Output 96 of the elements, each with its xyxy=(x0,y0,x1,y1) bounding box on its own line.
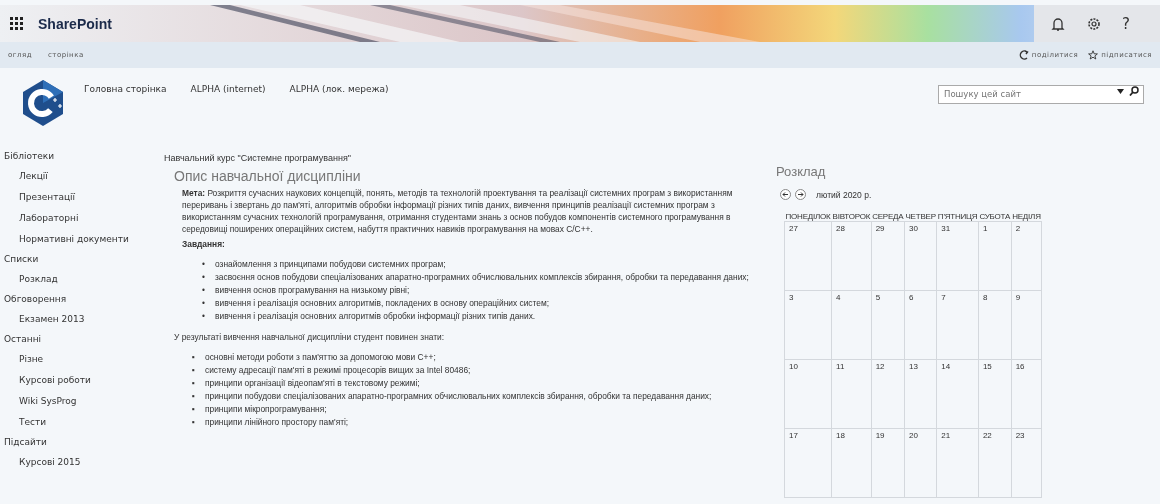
sidebar-item[interactable]: Тести xyxy=(19,416,47,427)
day-cell[interactable]: 30 xyxy=(904,221,937,291)
previous-icon[interactable] xyxy=(780,189,791,200)
day-cell[interactable]: 2 xyxy=(1011,221,1042,291)
logo-icon xyxy=(20,78,66,128)
search-field[interactable]: Пошуку цей сайт xyxy=(938,84,1144,104)
list-item: принципи організації відеопам'яті в текстовому режимі; xyxy=(205,377,420,391)
weekday-header: ЧЕТВЕР xyxy=(904,212,937,222)
bullet: • xyxy=(202,258,206,272)
day-cell[interactable]: 14 xyxy=(936,359,979,429)
list-item: вивчення основ програмування на низькому рівні; xyxy=(215,284,410,298)
day-cell[interactable]: 29 xyxy=(871,221,905,291)
list-item: систему адресації пам'яті в режимі процесорів вищих за Intel 80486; xyxy=(205,364,471,378)
sidebar-item[interactable]: Лабораторні xyxy=(19,212,79,223)
day-cell[interactable]: 31 xyxy=(936,221,979,291)
day-cell[interactable]: 1 xyxy=(978,221,1012,291)
day-cell[interactable]: 10 xyxy=(784,359,832,429)
nav-link[interactable]: Головна сторінка xyxy=(84,84,167,94)
outcomes-intro: У результаті вивчення навчальної дисципліни студент повинен знати: xyxy=(174,331,446,344)
bullet: ▪ xyxy=(192,364,196,378)
nav-link[interactable]: ALPHA (лок. мережа) xyxy=(289,84,389,94)
list-item: вивчення і реалізація основних алгоритмів, покладених в основу операційних систем; xyxy=(215,297,550,311)
bullet: • xyxy=(202,297,206,311)
day-cell[interactable]: 6 xyxy=(904,290,937,360)
day-cell[interactable]: 8 xyxy=(978,290,1012,360)
weekday-header: НЕДІЛЯ xyxy=(1011,212,1042,222)
list-item: принципи лінійного простору пам'яті; xyxy=(205,416,349,430)
sidebar-heading[interactable]: Обговорення xyxy=(4,293,67,304)
day-cell[interactable]: 13 xyxy=(904,359,937,429)
search-icon[interactable] xyxy=(1129,86,1139,96)
day-cell[interactable]: 17 xyxy=(784,428,832,498)
sidebar-item[interactable]: Wiki SysProg xyxy=(19,395,77,406)
app-name[interactable]: SharePoint xyxy=(38,15,112,32)
day-cell[interactable]: 12 xyxy=(871,359,905,429)
sidebar-item[interactable]: Презентації xyxy=(19,191,76,202)
weekday-header: СУБОТА xyxy=(978,212,1012,222)
day-cell[interactable]: 27 xyxy=(784,221,832,291)
day-cell[interactable]: 23 xyxy=(1011,428,1042,498)
list-item: основні методи роботи з пам'яттю за допомогою мови С++; xyxy=(205,351,436,365)
day-cell[interactable]: 22 xyxy=(978,428,1012,498)
day-cell[interactable]: 4 xyxy=(831,290,872,360)
help-icon[interactable]: ? xyxy=(1122,14,1130,33)
day-cell[interactable]: 3 xyxy=(784,290,832,360)
bullet: • xyxy=(202,284,206,298)
bullet: ▪ xyxy=(192,416,196,430)
bullet: ▪ xyxy=(192,351,196,365)
day-cell[interactable]: 11 xyxy=(831,359,872,429)
sidebar-heading[interactable]: Бібліотеки xyxy=(4,150,55,161)
breadcrumb: Навчальний курс "Системне програмування" xyxy=(164,152,353,165)
list-item: ознайомлення з принципами побудови системних програм; xyxy=(215,258,446,272)
sidebar-item[interactable]: Різне xyxy=(19,353,44,364)
bullet: ▪ xyxy=(192,403,196,417)
day-cell[interactable]: 15 xyxy=(978,359,1012,429)
calendar-title: Розклад xyxy=(776,164,827,179)
nav-link[interactable]: ALPHA (internet) xyxy=(190,84,266,94)
sidebar-item[interactable]: Екзамен 2013 xyxy=(19,313,85,324)
sidebar-item[interactable]: Нормативні документи xyxy=(19,233,129,244)
sidebar-item[interactable]: Лекції xyxy=(19,170,48,181)
list-item: вивчення і реалізація основних алгоритмів обробки інформації різних типів даних. xyxy=(215,310,536,324)
day-cell[interactable]: 7 xyxy=(936,290,979,360)
list-item: принципи побудови спеціалізованих апаратно-програмних обчислювальних комплексів збирання, обробки та передавання даних; xyxy=(205,390,712,404)
star-icon xyxy=(1088,50,1099,60)
day-cell[interactable]: 20 xyxy=(904,428,937,498)
app-launcher-icon[interactable] xyxy=(10,16,24,31)
day-cell[interactable]: 5 xyxy=(871,290,905,360)
sidebar-item[interactable]: Курсові роботи xyxy=(19,374,91,385)
bell-icon[interactable] xyxy=(1050,15,1067,32)
gear-icon[interactable] xyxy=(1086,15,1103,32)
tasks-heading: Завдання: xyxy=(182,237,226,251)
weekday-header: ПОНЕДІЛОК xyxy=(784,212,832,222)
section-title: Опис навчальної дисципліни xyxy=(174,170,362,183)
share-icon xyxy=(1018,50,1029,60)
sidebar-heading[interactable]: Підсайти xyxy=(4,436,47,447)
weekday-header: СЕРЕДА xyxy=(871,212,905,222)
caret-icon[interactable] xyxy=(1117,89,1124,94)
sidebar-item[interactable]: Розклад xyxy=(19,273,58,284)
day-cell[interactable]: 18 xyxy=(831,428,872,498)
sidebar-heading[interactable]: Останні xyxy=(4,333,42,344)
list-item: засвоєння основ побудови спеціалізованих апаратно-програмних обчислювальних комплексів збирання, обробки та передавання даних; xyxy=(215,271,749,285)
list-item: принципи мікропрограмування; xyxy=(205,403,327,417)
goal-paragraph: Мета: Розкриття сучасних наукових концепцій, понять, методів та технологій проектування та реалізації системних програм з використанням переривань і звертань до пам'яті, алгоритмів обробки інформації різних типів даних, вивчення принципів реалізації системних програм з використанням сучасних технологій програмування, отримання студентами знань з основ побудов компонентів системного програмування в середовищі поширених операційних систем, набуття практичних навиків програмування на мовах С/С++. xyxy=(182,186,734,236)
day-cell[interactable]: 21 xyxy=(936,428,979,498)
day-cell[interactable]: 28 xyxy=(831,221,872,291)
day-cell[interactable]: 16 xyxy=(1011,359,1042,429)
bullet: • xyxy=(202,310,206,324)
bullet: ▪ xyxy=(192,390,196,404)
weekday-header: П'ЯТНИЦЯ xyxy=(936,212,979,222)
bullet: ▪ xyxy=(192,377,196,391)
bullet: • xyxy=(202,271,206,285)
weekday-header: ВІВТОРОК xyxy=(831,212,872,222)
sidebar-heading[interactable]: Списки xyxy=(4,253,39,264)
month-label: лютий 2020 р. xyxy=(816,189,872,200)
day-cell[interactable]: 9 xyxy=(1011,290,1042,360)
next-icon[interactable] xyxy=(795,189,806,200)
day-cell[interactable]: 19 xyxy=(871,428,905,498)
sidebar-item[interactable]: Курсові 2015 xyxy=(19,456,81,467)
